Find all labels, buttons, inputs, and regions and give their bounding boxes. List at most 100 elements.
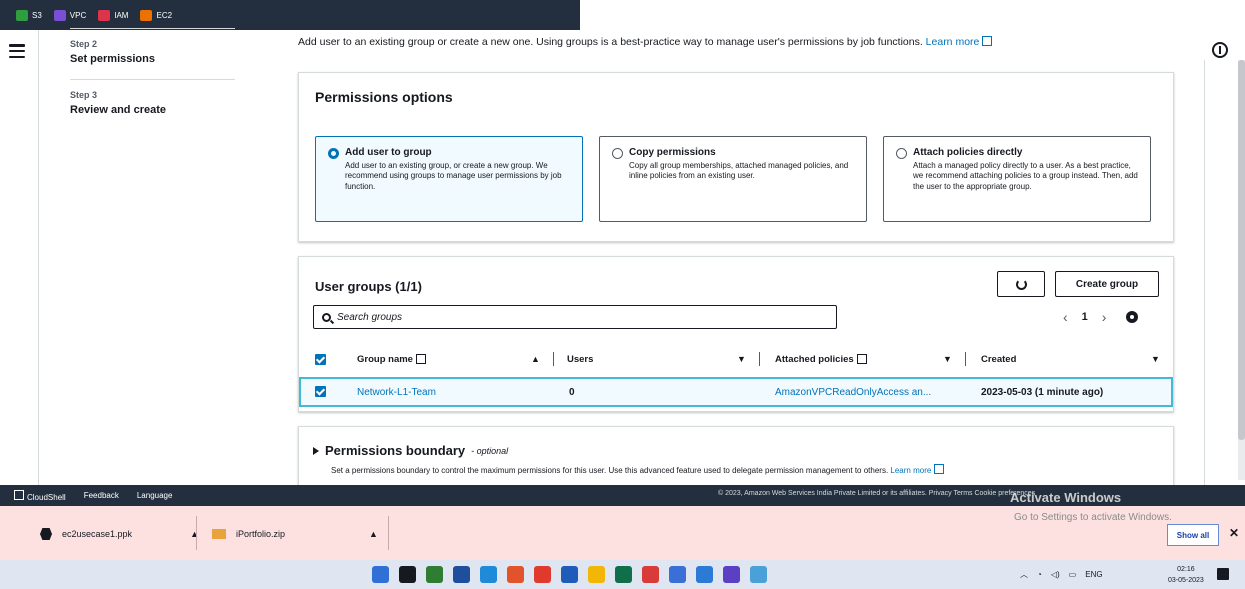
col-group-name[interactable]: Group name — [357, 354, 426, 365]
taskbar-app-icon[interactable] — [750, 566, 767, 583]
search-input[interactable] — [337, 311, 817, 323]
option-attach-policies[interactable]: Attach policies directly Attach a manage… — [883, 136, 1151, 222]
windows-taskbar: ︿ ◔ ◁) ▭ ENG 02:16 03-05-2023 — [0, 560, 1245, 589]
taskbar-app-icon[interactable] — [615, 566, 632, 583]
taskbar-app-icon[interactable] — [642, 566, 659, 583]
permissions-options-panel: Permissions options Add user to group Ad… — [298, 72, 1174, 242]
table-header: Group name ▲ Users ▼ Attached policies ▼… — [299, 347, 1173, 371]
select-all-checkbox[interactable] — [315, 353, 326, 365]
sort-icon[interactable]: ▼ — [737, 354, 746, 364]
prev-page-icon[interactable]: ‹ — [1063, 309, 1068, 325]
favorite-item[interactable]: VPC — [53, 9, 86, 21]
row-checkbox[interactable] — [315, 386, 326, 397]
created-date: 2023-05-03 (1 minute ago) — [981, 387, 1104, 398]
footer-legal: © 2023, Amazon Web Services India Privat… — [718, 490, 1036, 497]
permissions-boundary-panel: Permissions boundary - optional Set a pe… — [298, 426, 1174, 488]
create-group-button[interactable]: Create group — [1055, 271, 1159, 297]
system-tray: ︿ ◔ ◁) ▭ ENG — [1020, 569, 1103, 580]
users-count: 0 — [569, 387, 575, 398]
info-icon[interactable] — [1212, 42, 1228, 58]
chevron-up-icon[interactable]: ▲ — [190, 529, 199, 539]
download-item[interactable]: iPortfolio.zip ▲ — [212, 520, 378, 548]
radio-icon[interactable] — [896, 148, 907, 159]
folder-icon — [212, 529, 226, 539]
radio-selected-icon[interactable] — [328, 148, 339, 159]
favorite-item[interactable]: EC2 — [140, 9, 172, 21]
search-groups[interactable] — [313, 305, 837, 329]
user-groups-panel: User groups (1/1) Create group ‹ 1 › Gro… — [298, 256, 1174, 412]
scrollbar-thumb[interactable] — [1238, 60, 1245, 440]
file-icon — [40, 528, 52, 540]
learn-more-link[interactable]: Learn more — [926, 36, 980, 48]
service-icon — [140, 9, 153, 21]
step-2-title[interactable]: Set permissions — [70, 53, 235, 65]
taskbar-app-icon[interactable] — [696, 566, 713, 583]
sort-icon[interactable]: ▼ — [943, 354, 952, 364]
language-link[interactable]: Language — [137, 491, 173, 500]
feedback-link[interactable]: Feedback — [84, 491, 119, 500]
permissions-options-heading: Permissions options — [315, 89, 453, 105]
aws-services-bar: S3 VPC IAM EC2 — [0, 0, 580, 30]
cloudshell-link[interactable]: CloudShell — [14, 489, 66, 502]
policies-link[interactable]: AmazonVPCReadOnlyAccess an... — [775, 387, 931, 398]
taskbar-app-icon[interactable] — [588, 566, 605, 583]
taskbar-app-icon[interactable] — [669, 566, 686, 583]
cloudshell-icon — [14, 489, 24, 500]
next-page-icon[interactable]: › — [1102, 309, 1107, 325]
favorite-item[interactable]: IAM — [98, 9, 128, 21]
sort-icon[interactable]: ▼ — [1151, 354, 1160, 364]
taskbar-app-icon[interactable] — [723, 566, 740, 583]
step-2-label: Step 2 — [70, 39, 98, 49]
col-attached-policies[interactable]: Attached policies — [775, 354, 867, 365]
wizard-steps: Step 2 Set permissions Step 3 Review and… — [70, 28, 235, 130]
network-icon[interactable]: ◔ — [1037, 570, 1042, 579]
radio-icon[interactable] — [612, 148, 623, 159]
chevron-up-icon[interactable]: ▲ — [369, 529, 378, 539]
intro-text: Add user to an existing group or create … — [298, 36, 993, 48]
downloads-bar: ec2usecase1.ppk ▲ iPortfolio.zip ▲ Go to… — [0, 506, 1245, 560]
taskbar-icons — [372, 566, 767, 583]
option-add-user-to-group[interactable]: Add user to group Add user to an existin… — [315, 136, 583, 222]
taskbar-app-icon[interactable] — [561, 566, 578, 583]
permissions-boundary-desc: Set a permissions boundary to control th… — [331, 464, 945, 475]
step-3-title[interactable]: Review and create — [70, 104, 235, 116]
sort-asc-icon[interactable]: ▲ — [531, 354, 540, 364]
taskbar-app-icon[interactable] — [534, 566, 551, 583]
show-all-button[interactable]: Show all — [1167, 524, 1219, 546]
caret-right-icon — [313, 446, 319, 455]
taskbar-app-icon[interactable] — [453, 566, 470, 583]
taskbar-app-icon[interactable] — [372, 566, 389, 583]
taskbar-app-icon[interactable] — [480, 566, 497, 583]
activate-windows-title: Activate Windows — [1010, 490, 1122, 505]
nav-divider — [38, 30, 39, 485]
external-link-icon — [934, 464, 945, 474]
permissions-boundary-toggle[interactable]: Permissions boundary - optional — [313, 443, 508, 458]
close-icon[interactable]: ✕ — [1229, 526, 1239, 540]
taskbar-app-icon[interactable] — [507, 566, 524, 583]
notification-icon[interactable] — [1217, 568, 1229, 580]
favorite-item[interactable]: S3 — [16, 9, 42, 21]
option-copy-permissions[interactable]: Copy permissions Copy all group membersh… — [599, 136, 867, 222]
right-divider — [1204, 60, 1205, 485]
download-item[interactable]: ec2usecase1.ppk ▲ — [40, 520, 199, 548]
col-created[interactable]: Created — [981, 354, 1016, 365]
taskbar-app-icon[interactable] — [399, 566, 416, 583]
group-name-link[interactable]: Network-L1-Team — [357, 387, 436, 398]
learn-more-link[interactable]: Learn more — [890, 466, 931, 475]
taskbar-app-icon[interactable] — [426, 566, 443, 583]
speaker-icon[interactable]: ◁) — [1051, 570, 1060, 579]
language-indicator[interactable]: ENG — [1085, 570, 1102, 579]
external-link-icon — [856, 354, 867, 364]
battery-icon[interactable]: ▭ — [1069, 570, 1077, 579]
external-link-icon — [415, 354, 426, 364]
search-icon — [322, 312, 331, 322]
table-row[interactable]: Network-L1-Team 0 AmazonVPCReadOnlyAcces… — [299, 377, 1173, 407]
col-users[interactable]: Users — [567, 354, 593, 365]
chevron-up-icon[interactable]: ︿ — [1020, 569, 1028, 580]
page-number[interactable]: 1 — [1082, 311, 1088, 323]
menu-icon[interactable] — [9, 44, 25, 58]
clock[interactable]: 02:16 03-05-2023 — [1168, 564, 1204, 586]
refresh-button[interactable] — [997, 271, 1045, 297]
external-link-icon — [982, 36, 993, 46]
gear-icon[interactable] — [1126, 311, 1139, 323]
